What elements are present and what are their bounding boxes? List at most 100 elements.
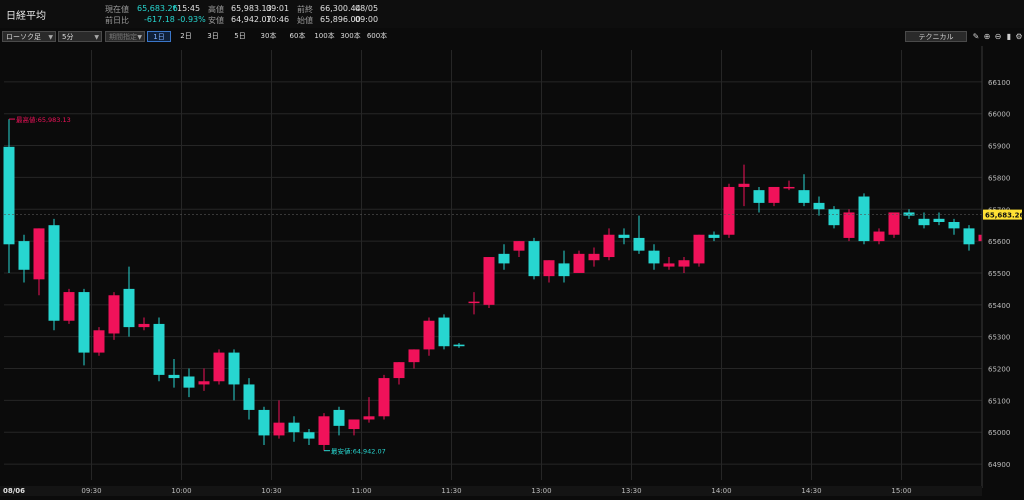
candle-body	[153, 323, 165, 375]
candle-body	[528, 241, 540, 277]
range-1d-button[interactable]: 1日	[147, 31, 171, 42]
candle-body	[483, 257, 495, 305]
x-tick-label: 10:30	[261, 487, 281, 495]
candle-body	[168, 374, 180, 379]
candle-body	[753, 190, 765, 203]
candle-body	[348, 419, 360, 430]
candle-body	[468, 301, 480, 304]
zoom-out-icon[interactable]: ⊖	[993, 31, 1003, 42]
range-30bars-button[interactable]: 30本	[255, 31, 282, 42]
quote-header: 日経平均 現在値 65,683.26 ↑ 15:45 前日比 -617.18 -…	[0, 0, 1024, 28]
candle-body	[933, 218, 945, 222]
x-tick-label: 11:30	[441, 487, 461, 495]
candle-body	[888, 212, 900, 235]
candle-body	[828, 209, 840, 226]
candle-body	[393, 362, 405, 379]
candle-body	[693, 234, 705, 264]
candle-body	[18, 241, 30, 270]
chart-type-label: ローソク足	[6, 33, 41, 41]
range-2d-button[interactable]: 2日	[174, 31, 198, 42]
candle-body	[918, 218, 930, 226]
y-tick-label: 65100	[988, 397, 1010, 405]
chevron-down-icon: ▼	[48, 34, 53, 41]
candle-body	[183, 376, 195, 388]
interval-label: 5分	[62, 33, 74, 41]
candle-body	[3, 146, 15, 245]
candle-body	[243, 384, 255, 410]
range-300bars-button[interactable]: 300本	[338, 31, 363, 42]
chevron-down-icon: ▼	[94, 34, 99, 41]
low-time: 10:46	[266, 15, 290, 24]
y-tick-label: 65600	[988, 238, 1010, 246]
candle-body	[948, 222, 960, 229]
y-tick-label: 66100	[988, 79, 1010, 87]
candle-body	[213, 352, 225, 382]
candle-body	[408, 349, 420, 363]
instrument-title: 日経平均	[6, 11, 46, 22]
pencil-icon[interactable]: ✎	[971, 31, 981, 42]
y-tick-label: 66000	[988, 111, 1010, 119]
settings-icon[interactable]: ⚙	[1014, 31, 1024, 42]
candle-body	[198, 381, 210, 385]
candle-body	[648, 250, 660, 264]
chart-type-select[interactable]: ローソク足 ▼	[2, 31, 56, 42]
range-600bars-button[interactable]: 600本	[364, 31, 390, 42]
candle-body	[573, 253, 585, 273]
candle-body	[363, 416, 375, 420]
candle-body	[78, 292, 90, 353]
candle-body	[333, 409, 345, 426]
x-tick-label: 14:30	[801, 487, 821, 495]
x-tick-label: 11:00	[351, 487, 371, 495]
change-label: 前日比	[105, 16, 129, 25]
high-label: 高値	[208, 5, 224, 14]
candle-body	[93, 330, 105, 353]
candle-body	[963, 228, 975, 245]
candlestick-chart[interactable]: 最高値:65,983.13 最安値:64,942.07 64900 65000 651…	[0, 46, 1024, 496]
candle-body	[288, 422, 300, 433]
candle-body	[903, 212, 915, 216]
candle-body	[498, 253, 510, 264]
zoom-in-icon[interactable]: ⊕	[982, 31, 992, 42]
range-3d-button[interactable]: 3日	[201, 31, 225, 42]
chart-svg: 最高値:65,983.13 最安値:64,942.07 64900 65000 651…	[0, 46, 1024, 496]
interval-select[interactable]: 5分 ▼	[58, 31, 102, 42]
candle-body	[258, 409, 270, 436]
range-100bars-button[interactable]: 100本	[312, 31, 337, 42]
y-tick-label: 65500	[988, 270, 1010, 278]
candle-body	[708, 234, 720, 238]
x-tick-label: 10:00	[171, 487, 191, 495]
x-tick-label: 13:30	[621, 487, 641, 495]
x-tick-label: 09:30	[81, 487, 101, 495]
candle-body	[63, 292, 75, 321]
current-price-label: 現在値	[105, 5, 129, 14]
low-annotation-label: 最安値:64,942.07	[331, 447, 386, 456]
current-price-time: 15:45	[177, 4, 201, 13]
high-time: 09:01	[266, 4, 290, 13]
y-tick-label: 65300	[988, 334, 1010, 342]
y-tick-label: 65000	[988, 429, 1010, 437]
candle-body	[843, 212, 855, 238]
x-tick-label: 14:00	[711, 487, 731, 495]
candle-body	[603, 234, 615, 258]
high-annotation-label: 最高値:65,983.13	[16, 115, 71, 124]
open-time: 09:00	[355, 15, 379, 24]
x-tick-label: 13:00	[531, 487, 551, 495]
bar-chart-icon[interactable]: ▮	[1004, 31, 1014, 42]
range-60bars-button[interactable]: 60本	[284, 31, 311, 42]
x-axis-background	[0, 486, 982, 496]
candle-body	[768, 186, 780, 203]
candle-body	[663, 263, 675, 267]
period-select[interactable]: 期間指定 ▼	[105, 31, 145, 42]
candle-body	[588, 253, 600, 261]
y-tick-label: 65400	[988, 302, 1010, 310]
candles-layer	[3, 119, 1020, 451]
candle-body	[618, 234, 630, 238]
candle-body	[423, 320, 435, 350]
candle-body	[138, 323, 150, 328]
change-value: -617.18 -0.93%	[144, 15, 206, 24]
candle-body	[858, 196, 870, 242]
technical-button[interactable]: テクニカル	[905, 31, 967, 42]
candle-body	[48, 225, 60, 321]
range-5d-button[interactable]: 5日	[228, 31, 252, 42]
y-tick-label: 64900	[988, 461, 1010, 469]
